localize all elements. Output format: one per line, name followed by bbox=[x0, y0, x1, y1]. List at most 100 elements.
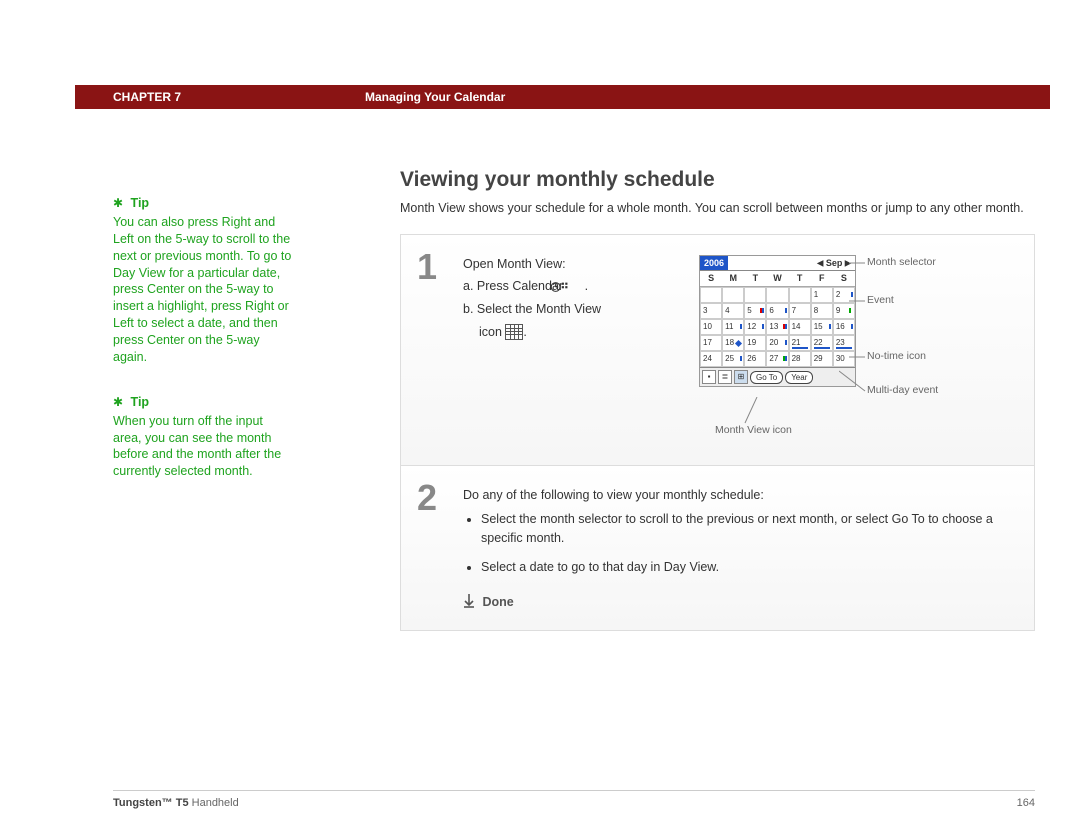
pda-date-cell: 18 bbox=[722, 335, 744, 351]
dow: T bbox=[744, 271, 766, 287]
list-item: Select the month selector to scroll to t… bbox=[481, 510, 1020, 548]
pda-date-cell: 4 bbox=[722, 303, 744, 319]
pda-screenshot: 2006 ◀ Sep ▶ S M T W T bbox=[699, 255, 856, 388]
month-selector: ◀ Sep ▶ bbox=[728, 256, 855, 270]
annotation-month-view-icon: Month View icon bbox=[715, 423, 792, 439]
annotation-no-time: No-time icon bbox=[867, 349, 926, 365]
calendar-icon bbox=[567, 280, 585, 294]
month-view-icon-active: ⊞ bbox=[734, 370, 748, 384]
pda-date-cell: 19 bbox=[744, 335, 766, 351]
pda-date-cell: 21 bbox=[789, 335, 811, 351]
pda-date-cell: 22 bbox=[811, 335, 833, 351]
sub-step-label: b. bbox=[463, 302, 473, 316]
pda-date-cell: 17 bbox=[700, 335, 722, 351]
icon-word: icon bbox=[479, 325, 502, 339]
asterisk-icon: ✱ bbox=[113, 395, 123, 409]
chapter-label: CHAPTER 7 bbox=[75, 90, 365, 104]
product-name: Tungsten™ T5 Handheld bbox=[113, 797, 239, 809]
pda-date-cell bbox=[766, 287, 788, 303]
chevron-left-icon: ◀ bbox=[817, 258, 823, 267]
dow: M bbox=[722, 271, 744, 287]
pda-date-cell bbox=[700, 287, 722, 303]
pda-date-grid: 1234567891011121314151617181920212223242… bbox=[700, 287, 855, 367]
tip-body: You can also press Right and Left on the… bbox=[113, 214, 293, 366]
pda-top-bar: 2006 ◀ Sep ▶ bbox=[700, 256, 855, 271]
main-content: Viewing your monthly schedule Month View… bbox=[400, 168, 1035, 631]
bullet-list: Select the month selector to scroll to t… bbox=[463, 510, 1020, 576]
step: 1 Open Month View: a. Press Calendar bbox=[401, 235, 1034, 466]
pda-month-label: Sep bbox=[826, 258, 843, 268]
pda-date-cell: 6 bbox=[766, 303, 788, 319]
day-view-icon: ▪ bbox=[702, 370, 716, 384]
dow: F bbox=[811, 271, 833, 287]
pda-date-cell: 11 bbox=[722, 319, 744, 335]
step-lead: Do any of the following to view your mon… bbox=[463, 486, 1020, 505]
asterisk-icon: ✱ bbox=[113, 196, 123, 210]
dow: W bbox=[766, 271, 788, 287]
pda-date-cell: 5 bbox=[744, 303, 766, 319]
sub-step: b. Select the Month View bbox=[463, 300, 678, 319]
tip-block: ✱ Tip You can also press Right and Left … bbox=[113, 195, 293, 366]
step-number: 2 bbox=[401, 466, 459, 630]
step-body: Do any of the following to view your mon… bbox=[459, 466, 1034, 630]
pda-date-cell: 1 bbox=[811, 287, 833, 303]
tip-block: ✱ Tip When you turn off the input area, … bbox=[113, 394, 293, 480]
pda-date-cell: 23 bbox=[833, 335, 855, 351]
annotation-multi-day: Multi-day event bbox=[867, 383, 938, 399]
period: . bbox=[523, 325, 526, 339]
page-number: 164 bbox=[1017, 797, 1035, 809]
dow: T bbox=[789, 271, 811, 287]
pda-bottom-bar: ▪ ≣ ⊞ Go To Year bbox=[700, 367, 855, 386]
sub-step: a. Press Calendar bbox=[463, 277, 678, 296]
pda-date-cell: 3 bbox=[700, 303, 722, 319]
page: CHAPTER 7 Managing Your Calendar ✱ Tip Y… bbox=[0, 0, 1080, 834]
pda-date-cell: 13 bbox=[766, 319, 788, 335]
section-heading: Viewing your monthly schedule bbox=[400, 168, 1035, 192]
list-item: Select a date to go to that day in Day V… bbox=[481, 558, 1020, 577]
pda-date-cell: 24 bbox=[700, 351, 722, 367]
pda-date-cell: 28 bbox=[789, 351, 811, 367]
pda-date-cell: 25 bbox=[722, 351, 744, 367]
pda-date-cell: 26 bbox=[744, 351, 766, 367]
pda-date-cell bbox=[744, 287, 766, 303]
tip-heading: Tip bbox=[131, 196, 150, 210]
page-footer: Tungsten™ T5 Handheld 164 bbox=[113, 790, 1035, 809]
chapter-title: Managing Your Calendar bbox=[365, 90, 505, 104]
annotation-event: Event bbox=[867, 293, 894, 309]
month-view-icon bbox=[505, 324, 523, 340]
week-view-icon: ≣ bbox=[718, 370, 732, 384]
pda-date-cell: 27 bbox=[766, 351, 788, 367]
pda-date-cell: 15 bbox=[811, 319, 833, 335]
pda-date-cell: 16 bbox=[833, 319, 855, 335]
step-number: 1 bbox=[401, 235, 459, 465]
done-label: Done bbox=[482, 595, 513, 609]
pda-day-headers: S M T W T F S bbox=[700, 271, 855, 288]
pda-date-cell: 9 bbox=[833, 303, 855, 319]
tip-heading: Tip bbox=[131, 395, 150, 409]
year-button: Year bbox=[785, 371, 813, 384]
done-marker: Done bbox=[463, 591, 1020, 612]
step: 2 Do any of the following to view your m… bbox=[401, 466, 1034, 630]
header-bar: CHAPTER 7 Managing Your Calendar bbox=[75, 85, 1050, 109]
pda-date-cell bbox=[722, 287, 744, 303]
annotation-month-selector: Month selector bbox=[867, 255, 936, 271]
pda-date-cell: 8 bbox=[811, 303, 833, 319]
pda-date-cell: 10 bbox=[700, 319, 722, 335]
sub-step-cont: icon . bbox=[463, 323, 678, 342]
sub-step-text: Select the Month View bbox=[477, 302, 601, 316]
steps-container: 1 Open Month View: a. Press Calendar bbox=[400, 234, 1035, 631]
pda-date-cell: 29 bbox=[811, 351, 833, 367]
pda-year: 2006 bbox=[700, 256, 728, 270]
pda-date-cell: 20 bbox=[766, 335, 788, 351]
sidebar-tips: ✱ Tip You can also press Right and Left … bbox=[113, 195, 293, 508]
dow: S bbox=[700, 271, 722, 287]
tip-body: When you turn off the input area, you ca… bbox=[113, 413, 293, 481]
step-lead: Open Month View: bbox=[463, 255, 678, 274]
down-arrow-icon bbox=[463, 593, 475, 614]
step-instructions: Open Month View: a. Press Calendar bbox=[463, 255, 678, 342]
step-body: Open Month View: a. Press Calendar bbox=[459, 235, 1034, 465]
dow: S bbox=[833, 271, 855, 287]
pda-date-cell: 14 bbox=[789, 319, 811, 335]
pda-date-cell: 7 bbox=[789, 303, 811, 319]
pda-date-cell: 12 bbox=[744, 319, 766, 335]
